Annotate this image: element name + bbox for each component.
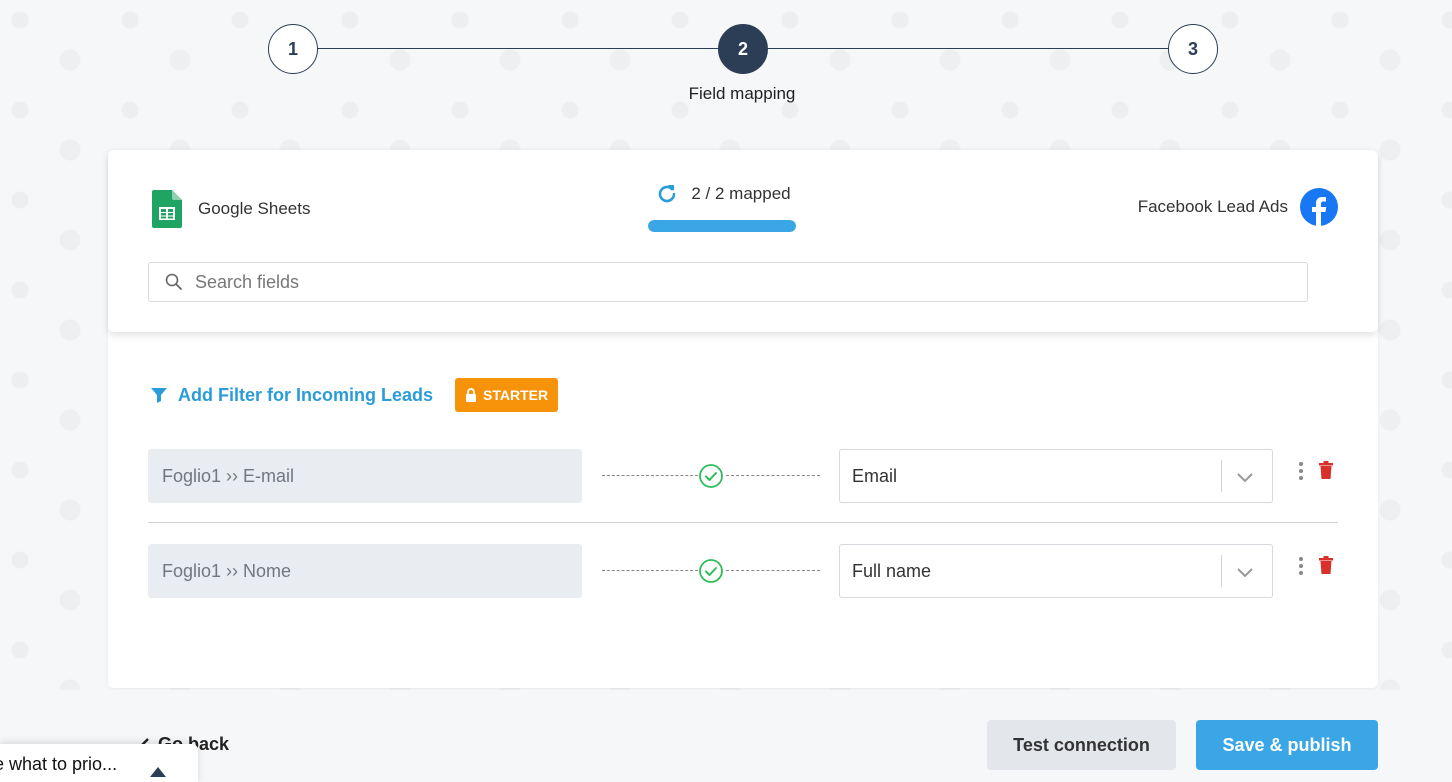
destination-field-value: Email	[852, 465, 898, 486]
row-actions	[1298, 556, 1334, 576]
chevron-down-icon[interactable]	[1234, 561, 1256, 583]
add-filter-label: Add Filter for Incoming Leads	[178, 384, 434, 405]
lock-icon	[466, 388, 477, 402]
mapped-count: 2 / 2 mapped	[691, 184, 791, 203]
trash-icon[interactable]	[1318, 461, 1334, 479]
row-divider	[148, 522, 1338, 523]
mapping-row: Foglio1 ›› E-mail Email	[148, 449, 1338, 503]
facebook-icon	[1300, 188, 1338, 226]
mapping-header: Google Sheets 2 / 2 mapped Facebook Lead…	[108, 150, 1378, 332]
kebab-icon[interactable]	[1298, 556, 1304, 576]
mapped-progress-bar	[648, 220, 796, 232]
source-field: Foglio1 ›› Nome	[148, 544, 582, 598]
save-publish-button[interactable]: Save & publish	[1196, 720, 1378, 770]
help-toast-text: e what to prio...	[0, 753, 118, 774]
check-circle-icon	[699, 559, 723, 583]
trash-icon[interactable]	[1318, 556, 1334, 574]
mapping-connector	[602, 558, 820, 584]
chevron-down-icon[interactable]	[1234, 466, 1256, 488]
step-3[interactable]: 3	[1168, 24, 1218, 74]
check-circle-icon	[699, 464, 723, 488]
refresh-icon[interactable]	[655, 182, 679, 206]
step-1[interactable]: 1	[268, 24, 318, 74]
kebab-icon[interactable]	[1298, 461, 1304, 481]
search-icon	[165, 273, 182, 290]
mapping-connector	[602, 463, 820, 489]
caret-up-icon[interactable]	[150, 767, 166, 777]
plan-badge: STARTER	[455, 378, 559, 412]
search-input[interactable]	[195, 271, 1275, 293]
add-filter-link[interactable]: Add Filter for Incoming Leads	[150, 385, 433, 406]
destination-field-select[interactable]: Email	[839, 449, 1273, 503]
test-connection-button[interactable]: Test connection	[987, 720, 1176, 770]
plan-badge-label: STARTER	[483, 387, 549, 403]
source-field: Foglio1 ›› E-mail	[148, 449, 582, 503]
filter-icon	[151, 388, 167, 403]
source-app-name: Google Sheets	[198, 199, 311, 218]
stepper: 1 2 3	[268, 24, 1218, 74]
source-app: Google Sheets	[152, 190, 310, 228]
mapping-row: Foglio1 ›› Nome Full name	[148, 544, 1338, 598]
destination-field-select[interactable]: Full name	[839, 544, 1273, 598]
mapped-progress-fill	[648, 220, 796, 232]
destination-app: Facebook Lead Ads	[1138, 188, 1338, 226]
destination-field-value: Full name	[852, 560, 932, 581]
destination-app-name: Facebook Lead Ads	[1137, 197, 1288, 216]
mapped-status: 2 / 2 mapped	[648, 182, 798, 232]
mapping-panel: Google Sheets 2 / 2 mapped Facebook Lead…	[108, 150, 1378, 688]
help-toast[interactable]: e what to prio...	[0, 744, 198, 782]
filter-row: Add Filter for Incoming Leads STARTER	[150, 378, 559, 412]
step-label: Field mapping	[688, 84, 796, 103]
row-actions	[1298, 461, 1334, 481]
google-sheets-icon	[152, 190, 182, 228]
step-2[interactable]: 2	[718, 24, 768, 74]
search-field[interactable]	[148, 262, 1308, 302]
